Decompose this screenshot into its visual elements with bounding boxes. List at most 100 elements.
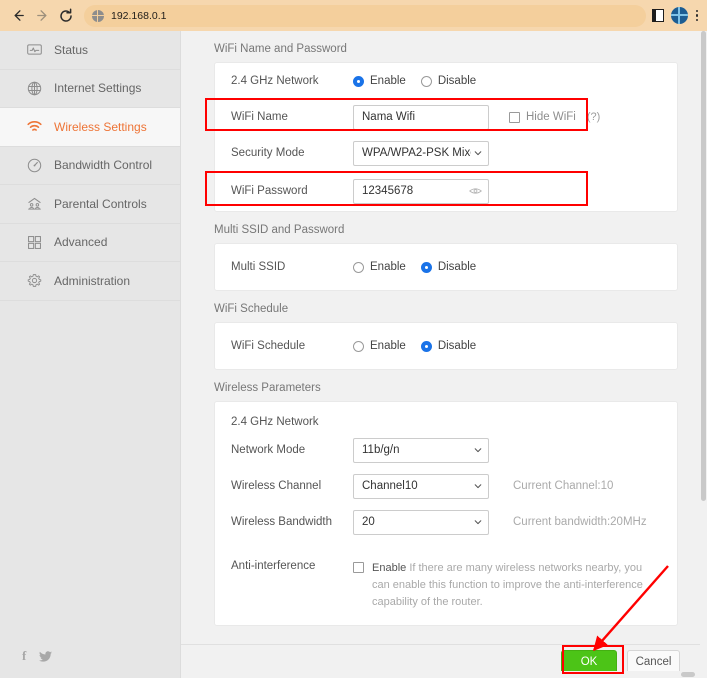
cancel-button[interactable]: Cancel <box>627 649 680 674</box>
hide-wifi-checkbox-row[interactable]: Hide WiFi <box>509 111 576 123</box>
browser-toolbar: 192.168.0.1 <box>0 0 707 31</box>
radio-multi-ssid-disable[interactable]: Disable <box>420 261 477 273</box>
security-mode-select[interactable]: WPA/WPA2-PSK Mixed <box>353 140 489 166</box>
chevron-down-icon <box>474 484 482 489</box>
ok-button[interactable]: OK <box>561 649 617 674</box>
label-wifi-schedule: WiFi Schedule <box>231 340 306 352</box>
row-24ghz-network: 2.4 GHz Network Enable Disable <box>215 63 677 99</box>
card-multi-ssid: Multi SSID Enable Disable <box>214 243 678 291</box>
sidebar-item-internet-settings[interactable]: Internet Settings <box>0 70 180 108</box>
label-wireless-channel: Wireless Channel <box>231 480 322 492</box>
sidebar-item-bandwidth-control[interactable]: Bandwidth Control <box>0 147 180 185</box>
sidebar-item-label: Internet Settings <box>54 81 142 96</box>
wireless-bandwidth-value: 20 <box>362 516 375 528</box>
wireless-channel-value: Channel10 <box>362 480 418 492</box>
section-title-wifi-name-password: WiFi Name and Password <box>214 43 347 55</box>
globe-icon <box>27 81 42 95</box>
card-wifi-name-password: 2.4 GHz Network Enable Disable WiFi Name… <box>214 62 678 212</box>
wifi-icon <box>27 121 42 132</box>
section-title-wireless-parameters: Wireless Parameters <box>214 382 321 394</box>
subtitle-24ghz-network: 2.4 GHz Network <box>231 416 319 428</box>
wifi-password-value: 12345678 <box>362 185 414 197</box>
sidebar-item-parental-controls[interactable]: Parental Controls <box>0 185 180 224</box>
anti-interference-checkbox[interactable] <box>353 562 364 573</box>
kebab-menu-icon[interactable] <box>695 9 699 22</box>
security-mode-value: WPA/WPA2-PSK Mixed <box>362 147 471 159</box>
radio-label: Enable <box>370 340 406 352</box>
vertical-scrollbar[interactable] <box>700 31 707 678</box>
row-network-mode: Network Mode 11b/g/n <box>215 432 677 468</box>
row-wifi-password: WiFi Password 12345678 <box>215 171 677 211</box>
radio-label: Disable <box>437 340 477 352</box>
radio-wifi-schedule-enable[interactable]: Enable <box>353 340 406 352</box>
globe-icon <box>92 9 104 22</box>
speedometer-icon <box>27 158 42 172</box>
row-security-mode: Security Mode WPA/WPA2-PSK Mixed <box>215 135 677 171</box>
gear-icon <box>27 274 42 288</box>
reload-button[interactable] <box>54 4 78 28</box>
router-admin-page: Status Internet Settings Wireless Settin… <box>0 31 707 678</box>
hide-wifi-label: Hide WiFi <box>526 111 576 123</box>
radio-24ghz-disable[interactable]: Disable <box>420 75 477 87</box>
back-button[interactable] <box>6 4 30 28</box>
horizontal-scrollbar-thumb[interactable] <box>681 672 695 677</box>
sidebar-item-advanced[interactable]: Advanced <box>0 224 180 262</box>
side-panel-icon[interactable] <box>652 9 664 22</box>
radio-label: Disable <box>437 75 477 87</box>
radio-label: Enable <box>370 75 406 87</box>
settings-scroll-area: WiFi Name and Password 2.4 GHz Network E… <box>181 31 700 644</box>
label-wifi-name: WiFi Name <box>231 111 288 123</box>
sidebar-item-administration[interactable]: Administration <box>0 262 180 301</box>
main-content: WiFi Name and Password 2.4 GHz Network E… <box>181 31 700 678</box>
chevron-down-icon <box>474 448 482 453</box>
back-arrow-icon <box>14 10 24 21</box>
radio-label: Enable <box>370 261 406 273</box>
eye-icon[interactable] <box>469 187 482 196</box>
vertical-scrollbar-thumb[interactable] <box>701 31 706 501</box>
facebook-icon[interactable]: f <box>22 648 26 664</box>
wifi-password-input[interactable]: 12345678 <box>353 178 489 204</box>
label-wifi-password: WiFi Password <box>231 185 308 197</box>
forward-button[interactable] <box>30 4 54 28</box>
twitter-bird-icon[interactable] <box>39 650 53 662</box>
grid-squares-icon <box>28 235 41 249</box>
url-text[interactable]: 192.168.0.1 <box>111 10 166 22</box>
label-anti-interference: Anti-interference <box>231 560 316 572</box>
horizontal-scrollbar[interactable] <box>181 671 700 678</box>
status-monitor-icon <box>27 44 42 55</box>
wifi-name-help-icon[interactable]: (?) <box>587 111 600 123</box>
address-bar[interactable]: 192.168.0.1 <box>84 4 646 27</box>
radio-group-wifi-schedule: Enable Disable <box>353 340 476 352</box>
profile-globe-icon[interactable] <box>671 7 688 24</box>
radio-dot <box>420 261 432 273</box>
radio-label: Disable <box>437 261 477 273</box>
family-icon <box>28 198 41 210</box>
radio-multi-ssid-enable[interactable]: Enable <box>353 261 406 273</box>
section-title-multi-ssid: Multi SSID and Password <box>214 224 345 236</box>
sidebar-item-status[interactable]: Status <box>0 31 180 70</box>
wireless-bandwidth-select[interactable]: 20 <box>353 509 489 535</box>
row-wifi-name: WiFi Name Nama Wifi Hide WiFi (?) <box>215 99 677 135</box>
wifi-password-controls: 12345678 <box>353 178 489 204</box>
network-mode-value: 11b/g/n <box>362 444 400 456</box>
card-wireless-parameters: 2.4 GHz Network Network Mode 11b/g/n Wir… <box>214 401 678 627</box>
wifi-name-input[interactable]: Nama Wifi <box>353 104 489 130</box>
current-channel-hint: Current Channel:10 <box>513 480 614 492</box>
radio-24ghz-enable[interactable]: Enable <box>353 75 406 87</box>
network-mode-controls: 11b/g/n <box>353 437 489 463</box>
section-title-wifi-schedule: WiFi Schedule <box>214 303 289 315</box>
row-anti-interference: Anti-interference Enable If there are ma… <box>215 540 677 611</box>
current-bandwidth-hint: Current bandwidth:20MHz <box>513 516 647 528</box>
radio-dot <box>353 261 364 273</box>
hide-wifi-checkbox[interactable] <box>509 111 520 123</box>
wireless-channel-select[interactable]: Channel10 <box>353 473 489 499</box>
radio-group-multi-ssid: Enable Disable <box>353 261 476 273</box>
radio-wifi-schedule-disable[interactable]: Disable <box>420 340 477 352</box>
sidebar-item-wireless-settings[interactable]: Wireless Settings <box>0 108 180 147</box>
sidebar-item-label: Bandwidth Control <box>54 158 153 173</box>
radio-dot <box>420 75 432 87</box>
network-mode-select[interactable]: 11b/g/n <box>353 437 489 463</box>
row-wireless-bandwidth: Wireless Bandwidth 20 Current bandwidth:… <box>215 504 677 540</box>
radio-dot <box>353 75 364 87</box>
chevron-down-icon <box>474 151 482 156</box>
